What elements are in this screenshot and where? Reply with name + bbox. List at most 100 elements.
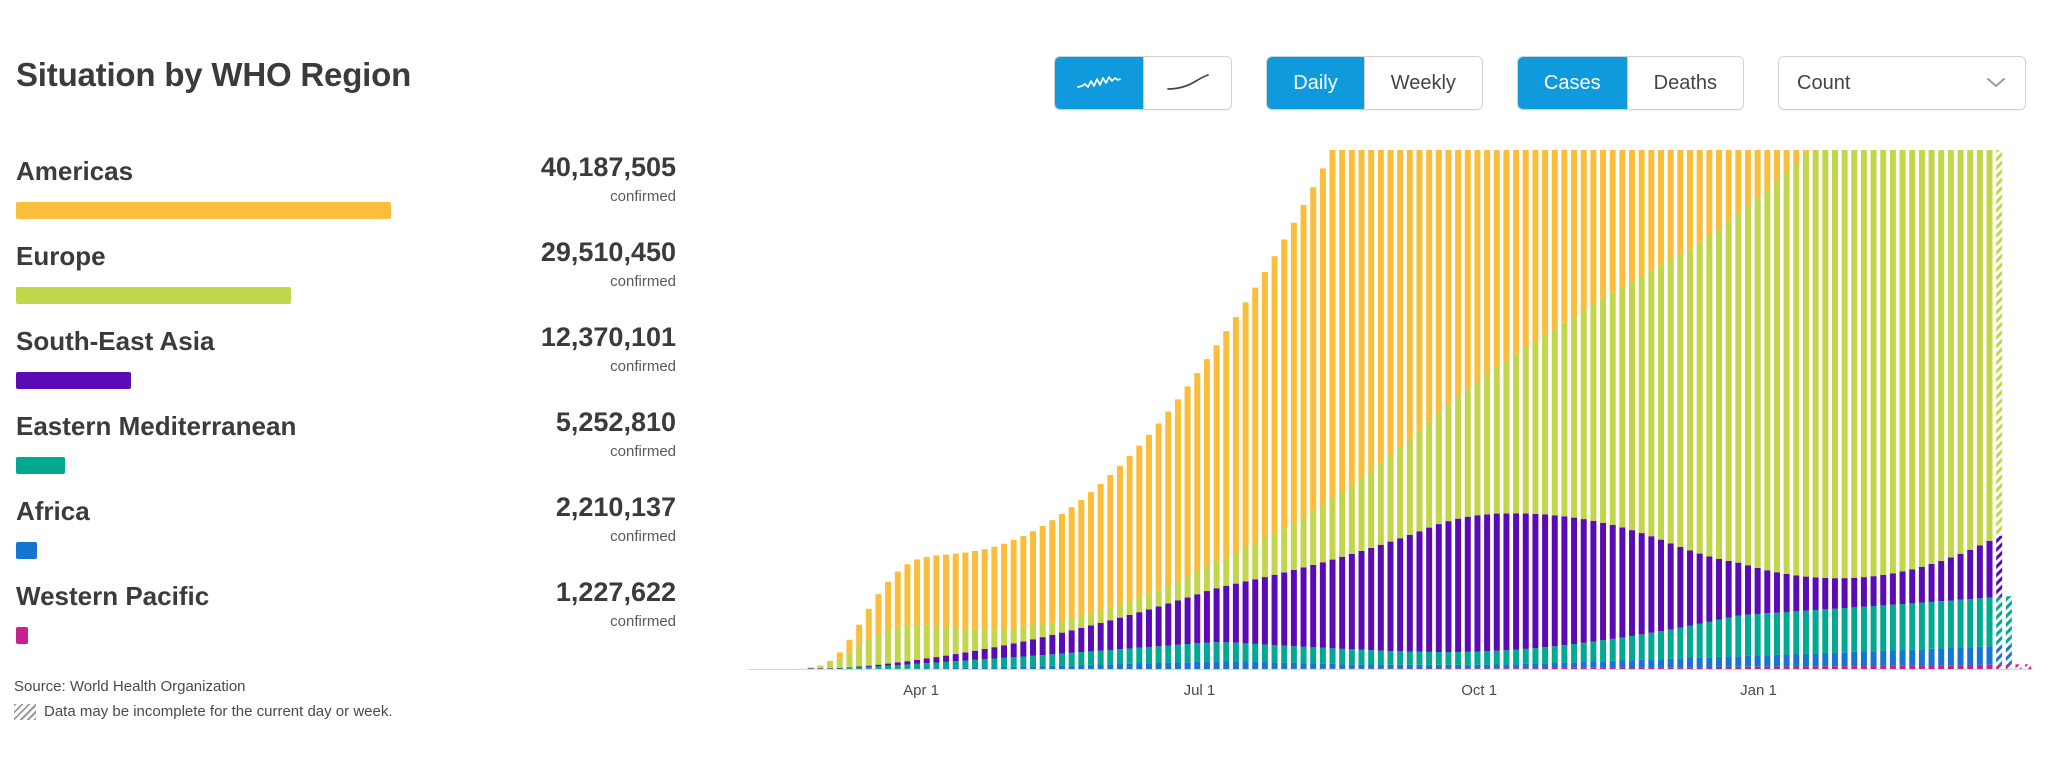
- bar-segment: [1174, 399, 1181, 582]
- bar-segment: [1928, 563, 1935, 602]
- bar-segment: [1097, 650, 1104, 665]
- region-row[interactable]: Eastern Mediterranean 5,252,810 confirmed: [16, 405, 676, 490]
- bar-segment: [1087, 625, 1094, 652]
- bar-segment: [1918, 566, 1925, 603]
- bar-segment: [1416, 664, 1423, 669]
- bar-segment: [1329, 498, 1336, 560]
- bar-segment: [1010, 539, 1017, 628]
- bar-segment: [1957, 647, 1964, 666]
- bar-segment: [1426, 664, 1433, 669]
- bar-segment: [1619, 637, 1626, 661]
- bar-segment: [1706, 0, 1713, 237]
- bar-segment: [914, 659, 921, 664]
- region-value: 29,510,450: [540, 237, 676, 267]
- bar-segment: [1735, 213, 1742, 563]
- bar-segment: [1145, 434, 1152, 594]
- bar-segment: [1802, 0, 1809, 154]
- region-row[interactable]: Europe 29,510,450 confirmed: [16, 235, 676, 320]
- bar-segment: [1406, 0, 1413, 440]
- bar-segment: [1474, 664, 1481, 669]
- interval-option-daily[interactable]: Daily: [1267, 57, 1364, 109]
- metric-option-deaths[interactable]: Deaths: [1626, 57, 1743, 109]
- bar-segment: [1677, 627, 1684, 659]
- bar-segment: [1406, 439, 1413, 535]
- bar-segment: [1271, 662, 1278, 669]
- bar-segment: [1020, 641, 1027, 657]
- bar-segment: [952, 628, 959, 655]
- bar-segment: [1300, 567, 1307, 647]
- bar-segment: [1812, 577, 1819, 610]
- bar-segment: [1126, 601, 1133, 615]
- x-tick-label: Jan 1: [1740, 682, 1777, 699]
- region-value: 12,370,101: [540, 322, 676, 352]
- bar-segment: [1764, 0, 1771, 190]
- region-row[interactable]: Americas 40,187,505 confirmed: [16, 150, 676, 235]
- bar-segment: [1967, 599, 1974, 648]
- daily-bars-icon-button[interactable]: [1055, 57, 1144, 109]
- bar-segment: [1020, 656, 1027, 667]
- bar-segment: [1310, 647, 1317, 664]
- bar-segment: [1223, 642, 1230, 662]
- interval-toggle[interactable]: Daily Weekly: [1266, 56, 1483, 110]
- region-row[interactable]: South-East Asia 12,370,101 confirmed: [16, 320, 676, 405]
- bar-segment: [1851, 651, 1858, 667]
- bar-segment: [1165, 585, 1172, 604]
- bar-segment: [991, 546, 998, 630]
- metric-toggle[interactable]: Cases Deaths: [1516, 56, 1744, 110]
- metric-option-cases[interactable]: Cases: [1517, 57, 1627, 109]
- region-row[interactable]: Africa 2,210,137 confirmed: [16, 490, 676, 575]
- bar-segment: [1155, 646, 1162, 663]
- bar-segment: [1290, 222, 1297, 523]
- bar-segment: [1184, 576, 1191, 598]
- x-tick-label: Apr 1: [903, 682, 940, 699]
- chart-type-toggle[interactable]: [1054, 56, 1233, 110]
- stacked-bar-chart[interactable]: [748, 0, 2033, 671]
- bar-segment: [1039, 637, 1046, 656]
- bar-segment: [1068, 652, 1075, 666]
- measure-dropdown[interactable]: Count: [1778, 56, 2026, 110]
- bar-segment: [1281, 645, 1288, 663]
- bar-segment: [1387, 23, 1394, 456]
- bar-segment: [1561, 662, 1568, 668]
- bar-segment: [1880, 574, 1887, 606]
- cumulative-curve-icon-button[interactable]: [1143, 57, 1232, 109]
- region-bar: [16, 542, 37, 559]
- bar-segment: [1580, 0, 1587, 311]
- interval-option-weekly[interactable]: Weekly: [1363, 57, 1482, 109]
- bar-segment: [1754, 567, 1761, 614]
- bar-segment: [1184, 597, 1191, 644]
- bar-segment: [1232, 661, 1239, 670]
- bar-segment: [962, 552, 969, 630]
- bar-segment: [1484, 0, 1491, 375]
- bar-segment: [1716, 656, 1722, 667]
- bar-segment: [1348, 553, 1355, 650]
- region-row[interactable]: Western Pacific 1,227,622 confirmed: [16, 575, 676, 660]
- bar-segment: [1648, 632, 1655, 660]
- bar-segment: [1841, 608, 1848, 653]
- bar-segment: [1348, 649, 1355, 665]
- bar-segment: [1783, 574, 1790, 612]
- bar-segment: [1571, 0, 1578, 317]
- bar-segment: [1831, 608, 1838, 653]
- bar-segment: [1484, 514, 1491, 652]
- bar-segment: [1001, 645, 1008, 658]
- bar-segment: [1232, 317, 1239, 553]
- bar-segment: [1783, 172, 1790, 575]
- bar-segment: [943, 627, 950, 656]
- bar-segment: [1368, 547, 1375, 651]
- bar-segment: [972, 629, 979, 651]
- bar-segment: [1986, 646, 1993, 665]
- bar-segment: [1609, 292, 1616, 525]
- bar-segment: [1677, 658, 1684, 668]
- bar-segment: [1513, 649, 1520, 665]
- bar-segment: [1658, 265, 1665, 540]
- bar-segment: [1049, 622, 1056, 635]
- bar-segment: [1802, 153, 1809, 577]
- bar-segment: [1609, 525, 1616, 639]
- bar-segment: [1667, 259, 1674, 544]
- chart-controls: Daily Weekly Cases Deaths Count: [1054, 56, 2026, 110]
- bar-segment: [1889, 573, 1896, 605]
- bar-segment: [1590, 0, 1597, 305]
- bar-segment: [1696, 657, 1703, 668]
- bar-segment: [1658, 539, 1665, 632]
